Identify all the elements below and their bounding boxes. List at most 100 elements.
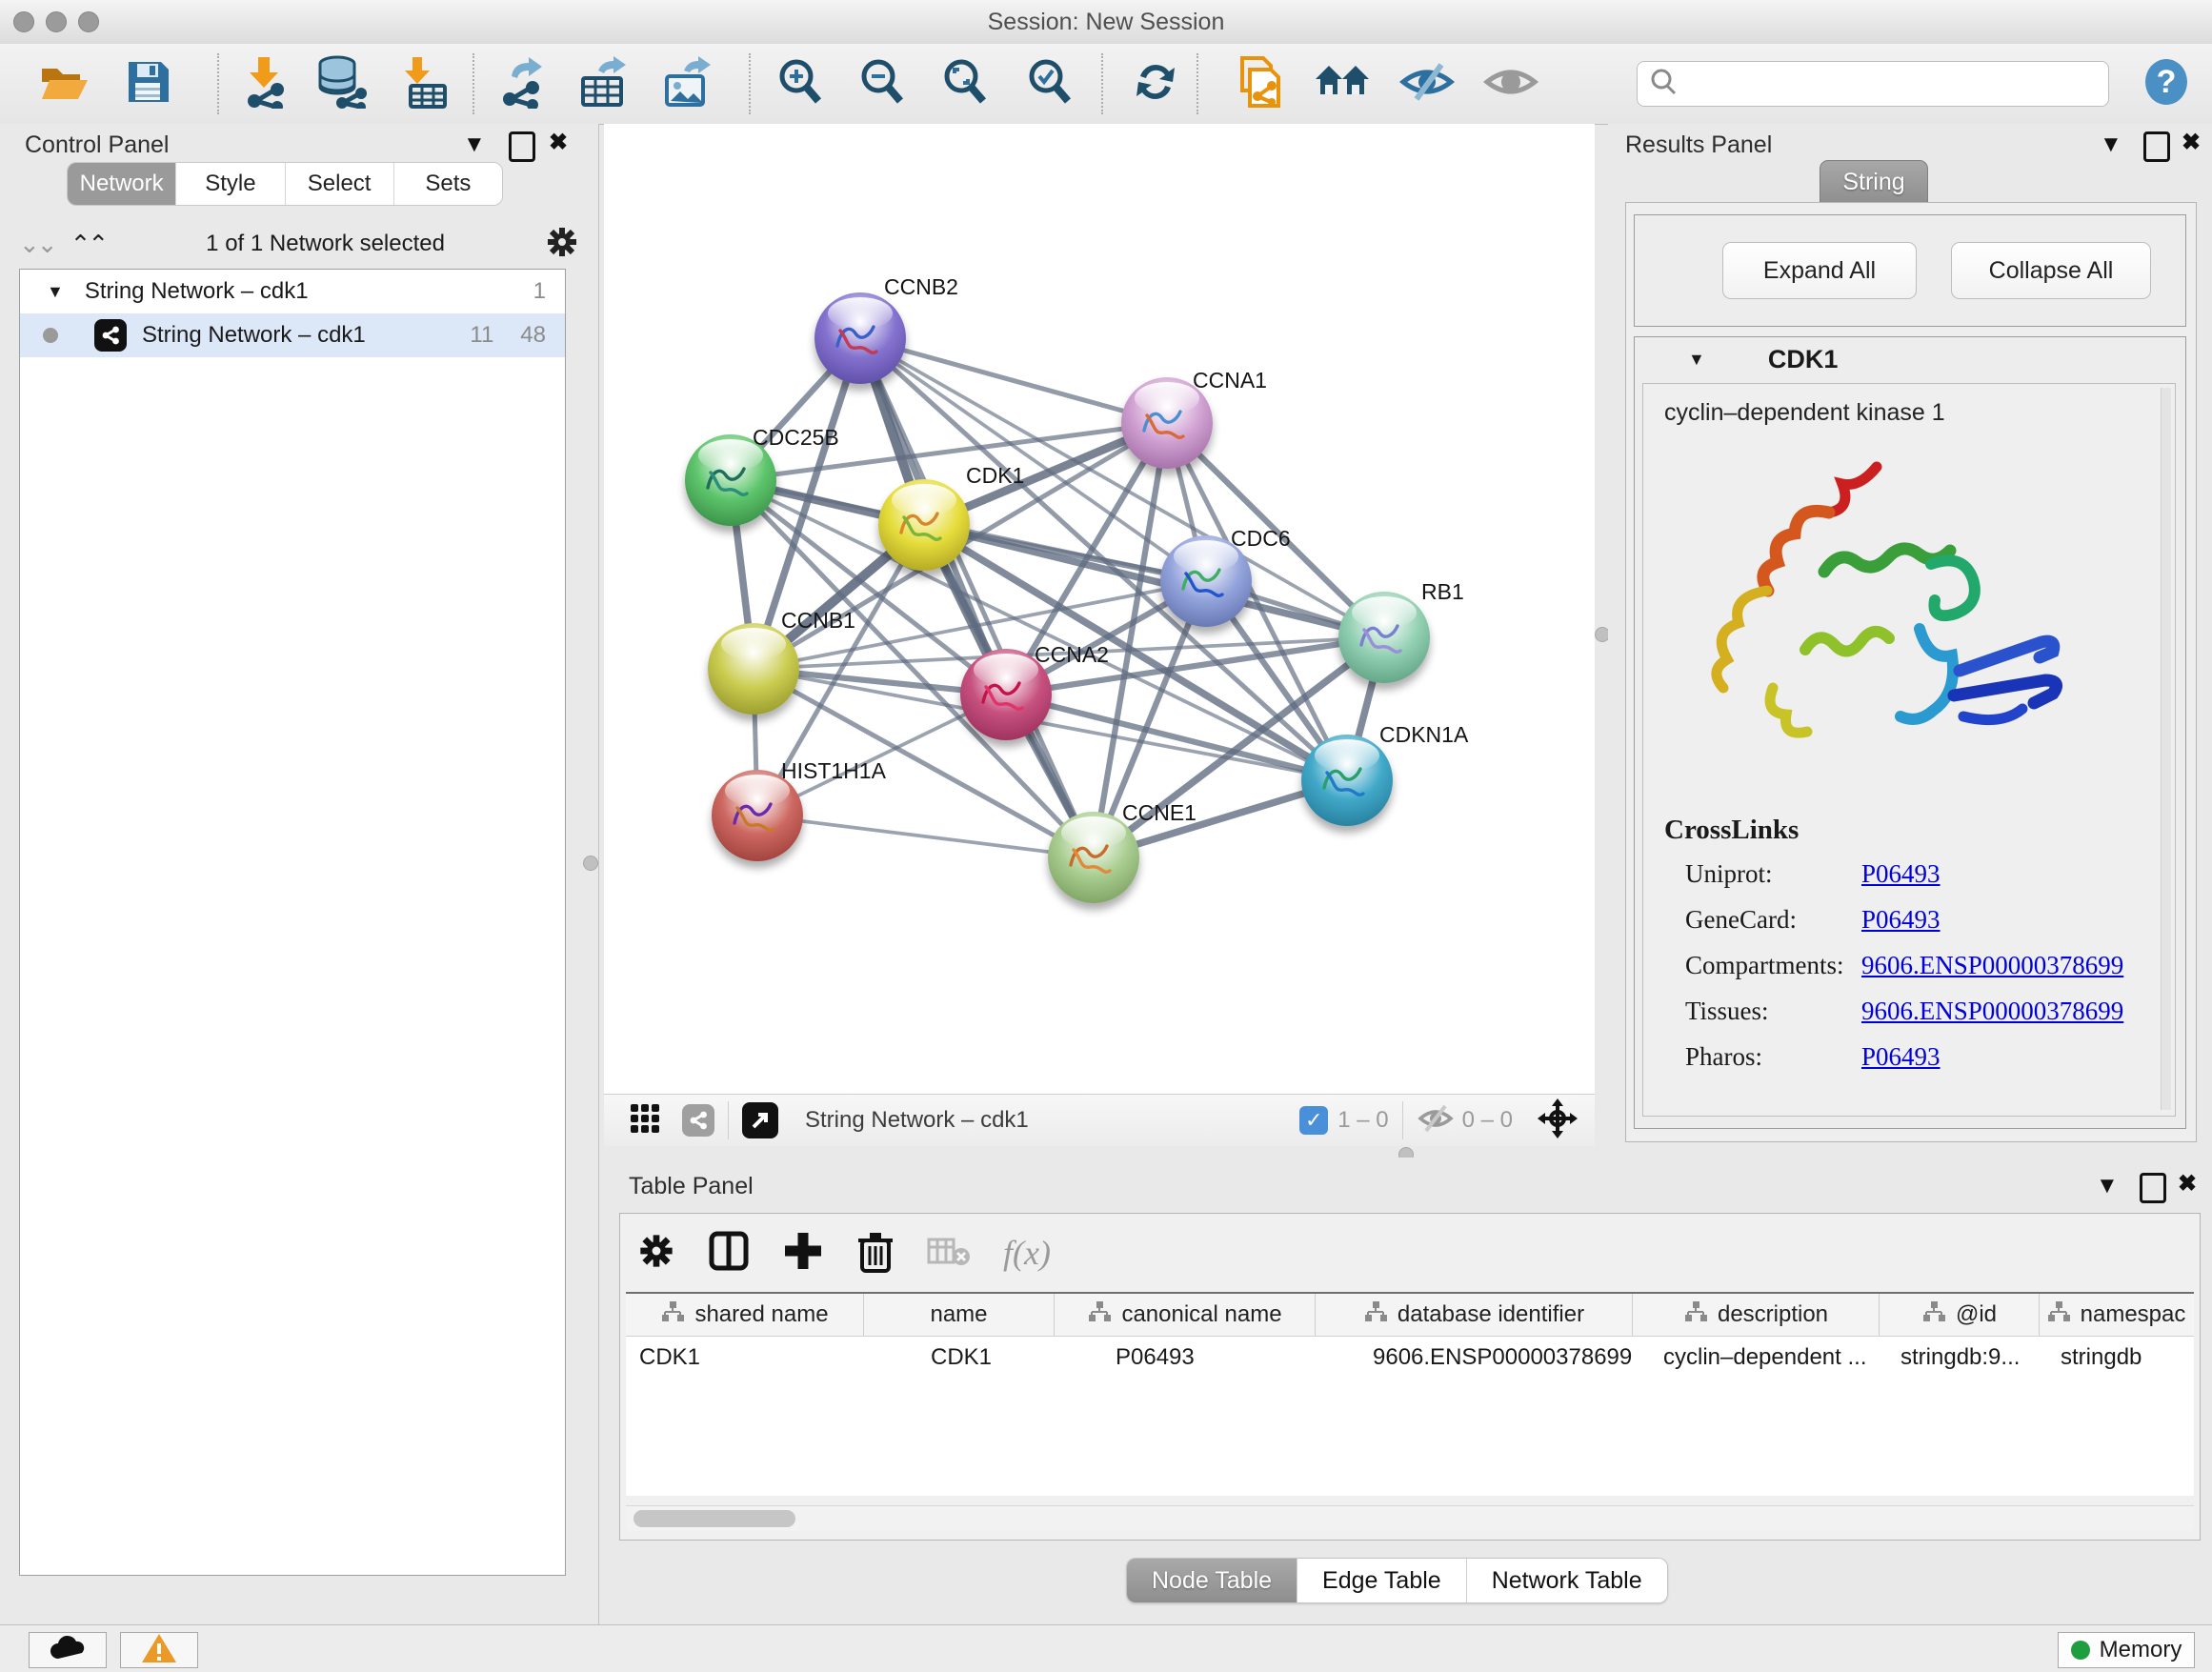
home-pages-button[interactable] xyxy=(1315,55,1372,112)
export-image-button[interactable] xyxy=(659,55,716,112)
node-label: CCNB1 xyxy=(781,608,855,634)
table-panel-close-icon[interactable]: ✖ xyxy=(2178,1173,2197,1196)
splitter-handle[interactable] xyxy=(583,856,598,871)
table-panel-float-icon[interactable] xyxy=(2140,1173,2166,1203)
clone-network-button[interactable] xyxy=(1231,55,1288,112)
cell-description[interactable]: cyclin–dependent ... xyxy=(1633,1344,1880,1371)
tab-node-table[interactable]: Node Table xyxy=(1127,1559,1297,1602)
network-row[interactable]: String Network – cdk1 11 48 xyxy=(20,313,565,357)
gene-collapse-triangle-icon[interactable]: ▼ xyxy=(1688,350,1705,370)
memory-button[interactable]: Memory xyxy=(2058,1632,2195,1668)
refresh-layout-button[interactable] xyxy=(1127,55,1184,112)
tab-select[interactable]: Select xyxy=(286,163,394,205)
open-in-window-icon[interactable] xyxy=(742,1102,778,1138)
tab-network-table[interactable]: Network Table xyxy=(1467,1559,1667,1602)
protein-ribbon-thumbnail xyxy=(892,498,956,552)
crosslink-uniprot-link[interactable]: P06493 xyxy=(1861,859,1941,889)
column-header-canonical-name[interactable]: canonical name xyxy=(1055,1294,1316,1336)
table-settings-gear-icon[interactable] xyxy=(637,1232,675,1275)
selected-checkbox-icon[interactable]: ✓ xyxy=(1299,1106,1328,1135)
network-node-RB1[interactable] xyxy=(1338,592,1430,683)
network-options-gear-icon[interactable] xyxy=(545,225,579,264)
expand-all-chevron-icon[interactable]: ⌃⌃ xyxy=(70,230,107,259)
crosslinks-title: CrossLinks xyxy=(1664,815,2175,846)
column-header-name[interactable]: name xyxy=(864,1294,1055,1336)
table-row[interactable]: CDK1 CDK1 P06493 9606.ENSP00000378699 cy… xyxy=(626,1337,2194,1379)
delete-column-trash-icon[interactable] xyxy=(856,1229,895,1278)
column-header-description[interactable]: description xyxy=(1633,1294,1880,1336)
column-header-shared-name[interactable]: shared name xyxy=(626,1294,864,1336)
cell-canonical-name[interactable]: P06493 xyxy=(1055,1344,1316,1371)
network-collection-row[interactable]: ▼ String Network – cdk1 1 xyxy=(20,270,565,313)
tab-network[interactable]: Network xyxy=(68,163,176,205)
protein-ribbon-thumbnail xyxy=(974,668,1038,721)
collapse-all-button[interactable]: Collapse All xyxy=(1951,242,2151,299)
grid-view-icon[interactable] xyxy=(629,1102,661,1139)
control-panel: Control Panel ▼ ✖ Network Style Select S… xyxy=(0,124,599,1624)
tab-string[interactable]: String xyxy=(1820,160,1928,204)
save-session-button[interactable] xyxy=(120,55,177,112)
network-row-label: String Network – cdk1 xyxy=(142,322,366,349)
results-panel-menu-icon[interactable]: ▼ xyxy=(2100,133,2122,156)
copy-documents-icon xyxy=(1235,54,1284,114)
cell-shared-name[interactable]: CDK1 xyxy=(626,1344,864,1371)
birdseye-share-icon[interactable] xyxy=(682,1104,714,1137)
protein-ribbon-thumbnail xyxy=(698,453,763,507)
network-canvas[interactable]: CCNB2CCNA1CDC25BCDK1CDC6RB1CCNB1CCNA2CDK… xyxy=(604,124,1595,1094)
open-session-button[interactable] xyxy=(36,55,93,112)
memory-status-dot xyxy=(2071,1641,2090,1660)
crosslink-tissues-link[interactable]: 9606.ENSP00000378699 xyxy=(1861,997,2123,1026)
import-network-database-button[interactable] xyxy=(312,55,370,112)
zoom-fit-button[interactable] xyxy=(936,55,994,112)
cloud-status-button[interactable] xyxy=(29,1632,107,1668)
toolbar-separator xyxy=(1101,53,1103,114)
network-node-CCNB1[interactable] xyxy=(708,623,799,715)
results-panel-float-icon[interactable] xyxy=(2143,131,2170,162)
network-node-CDKN1A[interactable] xyxy=(1301,735,1393,826)
network-node-CCNB2[interactable] xyxy=(814,292,906,384)
search-input[interactable] xyxy=(1678,70,2101,98)
help-button[interactable]: ? xyxy=(2138,55,2195,112)
control-panel-close-icon[interactable]: ✖ xyxy=(549,131,568,154)
export-network-button[interactable] xyxy=(493,55,551,112)
crosslink-genecard-link[interactable]: P06493 xyxy=(1861,905,1941,935)
import-table-button[interactable] xyxy=(394,55,452,112)
column-header-id[interactable]: @id xyxy=(1880,1294,2040,1336)
tab-edge-table[interactable]: Edge Table xyxy=(1297,1559,1467,1602)
hide-selection-button[interactable] xyxy=(1398,55,1456,112)
selected-count: 1 – 0 xyxy=(1337,1107,1388,1134)
export-table-button[interactable] xyxy=(575,55,633,112)
network-node-CDK1[interactable] xyxy=(878,479,970,571)
column-header-database-identifier[interactable]: database identifier xyxy=(1316,1294,1633,1336)
zoom-in-button[interactable] xyxy=(772,55,829,112)
warnings-button[interactable] xyxy=(120,1632,198,1668)
toolbar-search[interactable] xyxy=(1637,61,2109,107)
crosslink-pharos-link[interactable]: P06493 xyxy=(1861,1042,1941,1072)
cell-name[interactable]: CDK1 xyxy=(864,1344,1055,1371)
table-panel-menu-icon[interactable]: ▼ xyxy=(2096,1175,2119,1198)
tab-style[interactable]: Style xyxy=(176,163,285,205)
results-panel-close-icon[interactable]: ✖ xyxy=(2182,131,2201,154)
expand-all-button[interactable]: Expand All xyxy=(1722,242,1917,299)
cell-id[interactable]: stringdb:9... xyxy=(1880,1344,2040,1371)
add-column-icon[interactable] xyxy=(782,1230,824,1277)
collapse-triangle-icon[interactable]: ▼ xyxy=(47,282,64,302)
cell-namespace[interactable]: stringdb xyxy=(2040,1344,2192,1371)
zoom-selected-button[interactable] xyxy=(1021,55,1078,112)
table-horizontal-scrollbar[interactable] xyxy=(626,1505,2194,1531)
import-network-file-button[interactable] xyxy=(236,55,293,112)
table-header-row: shared name name canonical name database… xyxy=(626,1294,2194,1337)
crosshair-icon[interactable] xyxy=(1538,1098,1578,1143)
collapse-all-chevron-icon[interactable]: ⌄⌄ xyxy=(19,230,55,259)
crosslink-compartments-link[interactable]: 9606.ENSP00000378699 xyxy=(1861,951,2123,980)
column-header-namespace[interactable]: namespac xyxy=(2040,1294,2192,1336)
tab-sets[interactable]: Sets xyxy=(394,163,502,205)
zoom-out-button[interactable] xyxy=(854,55,911,112)
control-panel-float-icon[interactable] xyxy=(509,131,535,162)
results-scrollbar[interactable] xyxy=(2161,388,2171,1110)
show-columns-icon[interactable] xyxy=(708,1230,750,1277)
control-panel-menu-icon[interactable]: ▼ xyxy=(463,133,486,156)
show-all-button[interactable] xyxy=(1482,55,1539,112)
scrollbar-thumb[interactable] xyxy=(633,1510,795,1527)
cell-database-identifier[interactable]: 9606.ENSP00000378699 xyxy=(1316,1344,1633,1371)
